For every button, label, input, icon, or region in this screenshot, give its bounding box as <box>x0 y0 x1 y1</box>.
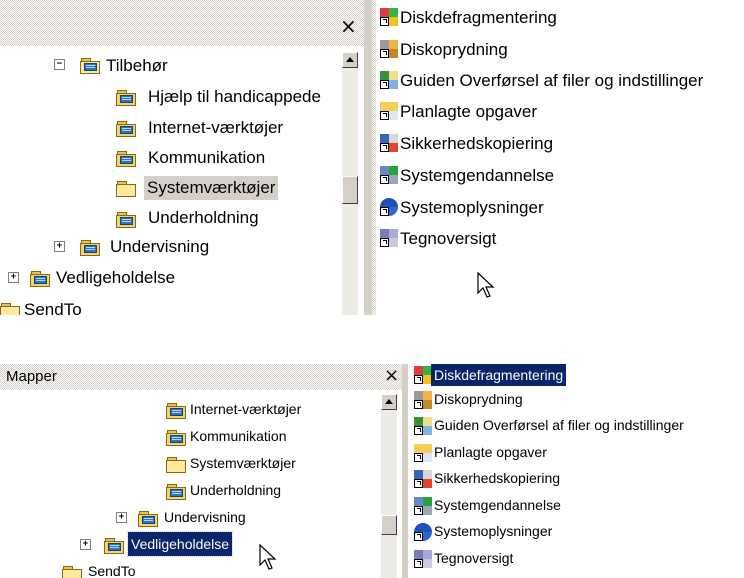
tree-item-underholdning[interactable]: Underholdning <box>190 482 281 498</box>
disk-defragmenter-icon <box>380 8 398 26</box>
scroll-up-button[interactable] <box>342 52 358 68</box>
tree-item-vedligeholdelse-selected[interactable]: Vedligeholdelse <box>126 531 234 557</box>
tree-item-undervisning[interactable]: Undervisning <box>110 237 209 257</box>
list-item-label-selected[interactable]: Diskdefragmentering <box>431 364 567 386</box>
tree-item-sendto[interactable]: SendTo <box>24 300 82 315</box>
folder-icon <box>166 402 186 419</box>
disk-cleanup-icon <box>380 40 398 58</box>
tree-item-kommunikation[interactable]: Kommunikation <box>148 148 265 168</box>
scroll-thumb[interactable] <box>381 515 397 535</box>
expand-toggle[interactable]: + <box>80 539 91 550</box>
tree-clip: SendTo <box>0 560 378 578</box>
list-item-label[interactable]: Planlagte opgaver <box>434 444 547 460</box>
folder-icon <box>104 537 124 554</box>
backup-icon <box>380 134 398 152</box>
pane-splitter[interactable] <box>402 364 408 578</box>
scroll-thumb[interactable] <box>342 176 358 204</box>
folder-icon <box>80 57 100 74</box>
folder-icon <box>80 239 100 256</box>
folder-icon <box>116 150 136 167</box>
expand-toggle[interactable]: + <box>8 272 19 283</box>
tree-item-underholdning[interactable]: Underholdning <box>148 208 259 228</box>
folder-open-icon <box>62 565 82 578</box>
character-map-icon <box>380 229 398 247</box>
tree-item-undervisning[interactable]: Undervisning <box>164 509 246 525</box>
pane-splitter-right <box>372 0 376 315</box>
mouse-cursor-icon <box>477 272 495 298</box>
system-information-icon <box>380 198 398 216</box>
tree-item-systemvaerktojer-selected[interactable]: Systemværktøjer <box>144 176 279 200</box>
character-map-icon <box>414 550 432 568</box>
pane-splitter[interactable] <box>364 0 372 315</box>
tree-clip: SendTo <box>0 296 340 315</box>
system-restore-icon <box>414 497 432 515</box>
disk-cleanup-icon <box>414 391 432 409</box>
list-item-label[interactable]: Planlagte opgaver <box>400 102 537 122</box>
list-item-label[interactable]: Systemoplysninger <box>400 198 544 218</box>
list-item-label[interactable]: Systemoplysninger <box>434 523 552 539</box>
tree-item-sendto[interactable]: SendTo <box>88 563 135 578</box>
list-item-label[interactable]: Diskdefragmentering <box>400 8 557 28</box>
folder-open-icon <box>166 456 186 473</box>
list-item-label[interactable]: Guiden Overførsel af filer og indstillin… <box>400 71 703 91</box>
top-pane-header <box>0 0 364 46</box>
folder-open-icon <box>116 180 136 197</box>
tree-item-tilbehor[interactable]: Tilbehør <box>106 56 168 76</box>
folder-icon <box>166 483 186 500</box>
tree-item-kommunikation[interactable]: Kommunikation <box>190 428 287 444</box>
tree-scrollbar[interactable] <box>342 52 358 315</box>
collapse-toggle[interactable]: − <box>54 59 65 70</box>
tree-item-systemvaerktojer[interactable]: Systemværktøjer <box>190 455 296 471</box>
list-item-label[interactable]: Tegnoversigt <box>400 229 496 249</box>
system-information-icon <box>414 523 432 541</box>
list-item-label[interactable]: Sikkerhedskopiering <box>400 134 553 154</box>
folder-icon <box>30 270 50 287</box>
list-item-label[interactable]: Diskoprydning <box>434 391 523 407</box>
list-item-label[interactable]: Tegnoversigt <box>434 550 513 566</box>
bottom-pane-header <box>0 364 402 390</box>
scroll-up-button[interactable] <box>381 394 397 410</box>
scheduled-tasks-icon <box>414 444 432 462</box>
backup-icon <box>414 470 432 488</box>
list-item-label[interactable]: Systemgendannelse <box>434 497 561 513</box>
folder-icon <box>138 510 158 527</box>
mouse-cursor-icon <box>259 544 277 570</box>
list-item-label[interactable]: Sikkerhedskopiering <box>434 470 560 486</box>
folder-icon <box>116 89 136 106</box>
transfer-wizard-icon <box>380 71 398 89</box>
folder-open-icon <box>0 302 20 315</box>
list-item-label[interactable]: Diskoprydning <box>400 40 508 60</box>
list-item-label[interactable]: Systemgendannelse <box>400 166 554 186</box>
list-item-label[interactable]: Guiden Overførsel af filer og indstillin… <box>434 417 684 433</box>
folder-icon <box>116 120 136 137</box>
folder-icon <box>166 429 186 446</box>
close-icon[interactable]: × <box>340 14 357 38</box>
system-restore-icon <box>380 166 398 184</box>
close-icon[interactable]: × <box>384 365 399 386</box>
scheduled-tasks-icon <box>380 102 398 120</box>
tree-item-internet[interactable]: Internet-værktøjer <box>148 118 283 138</box>
tree-item-internet[interactable]: Internet-værktøjer <box>190 401 301 417</box>
tree-item-handicap[interactable]: Hjælp til handicappede <box>148 87 321 107</box>
expand-toggle[interactable]: + <box>54 241 65 252</box>
tree-item-vedligeholdelse[interactable]: Vedligeholdelse <box>56 268 175 288</box>
expand-toggle[interactable]: + <box>116 512 127 523</box>
tree-scrollbar[interactable] <box>381 394 397 578</box>
transfer-wizard-icon <box>414 417 432 435</box>
pane-title: Mapper <box>6 368 57 385</box>
disk-defragmenter-icon <box>414 366 432 384</box>
folder-icon <box>116 211 136 228</box>
